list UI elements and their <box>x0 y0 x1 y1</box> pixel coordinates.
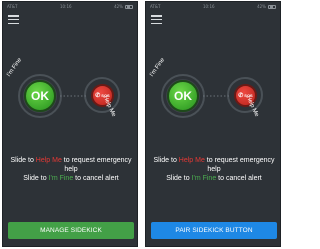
instruction-text: to cancel alert <box>216 175 262 182</box>
clock-label: 10:16 <box>60 4 72 9</box>
im-fine-keyword: I'm Fine <box>191 175 217 182</box>
ok-button[interactable]: OK <box>167 80 199 112</box>
alert-slider[interactable]: I'm Fine OK ✆ SOS Help Me <box>3 57 137 137</box>
manage-sidekick-button[interactable]: Manage Sidekick <box>8 222 134 239</box>
hamburger-menu-icon[interactable] <box>151 15 162 24</box>
phone-screen-pair: AT&T 10:16 42% I'm Fine OK ✆ SOS Help Me… <box>145 1 281 247</box>
battery-percent: 42% <box>114 4 123 9</box>
phone-screen-manage: AT&T 10:16 42% I'm Fine OK ✆ SOS Help Me… <box>2 1 138 247</box>
instruction-line-fine: Slide to I'm Fine to cancel alert <box>146 174 280 183</box>
instruction-text: to request emergency help <box>204 157 275 173</box>
instructions: Slide to Help Me to request emergency he… <box>3 156 137 183</box>
phone-icon: ✆ <box>238 92 244 99</box>
help-me-keyword: Help Me <box>35 157 62 164</box>
instruction-line-fine: Slide to I'm Fine to cancel alert <box>3 174 137 183</box>
status-bar: AT&T 10:16 42% <box>3 2 137 11</box>
instruction-text: to cancel alert <box>73 175 119 182</box>
instruction-text: Slide to <box>166 175 192 182</box>
battery-icon <box>267 4 276 9</box>
battery-icon <box>124 4 133 9</box>
hamburger-menu-icon[interactable] <box>8 15 19 24</box>
instruction-text: Slide to <box>23 175 49 182</box>
im-fine-keyword: I'm Fine <box>48 175 74 182</box>
carrier-label: AT&T <box>7 4 18 9</box>
clock-label: 10:16 <box>203 4 215 9</box>
alert-slider[interactable]: I'm Fine OK ✆ SOS Help Me <box>146 57 280 137</box>
instruction-text: to request emergency help <box>61 157 132 173</box>
pair-sidekick-button[interactable]: Pair Sidekick Button <box>151 222 277 239</box>
battery-percent: 42% <box>257 4 266 9</box>
instruction-line-help: Slide to Help Me to request emergency he… <box>3 156 137 174</box>
instruction-text: Slide to <box>10 157 36 164</box>
instructions: Slide to Help Me to request emergency he… <box>146 156 280 183</box>
phone-icon: ✆ <box>95 92 101 99</box>
carrier-label: AT&T <box>150 4 161 9</box>
help-me-keyword: Help Me <box>178 157 205 164</box>
instruction-line-help: Slide to Help Me to request emergency he… <box>146 156 280 174</box>
instruction-text: Slide to <box>153 157 179 164</box>
status-bar: AT&T 10:16 42% <box>146 2 280 11</box>
ok-button[interactable]: OK <box>24 80 56 112</box>
